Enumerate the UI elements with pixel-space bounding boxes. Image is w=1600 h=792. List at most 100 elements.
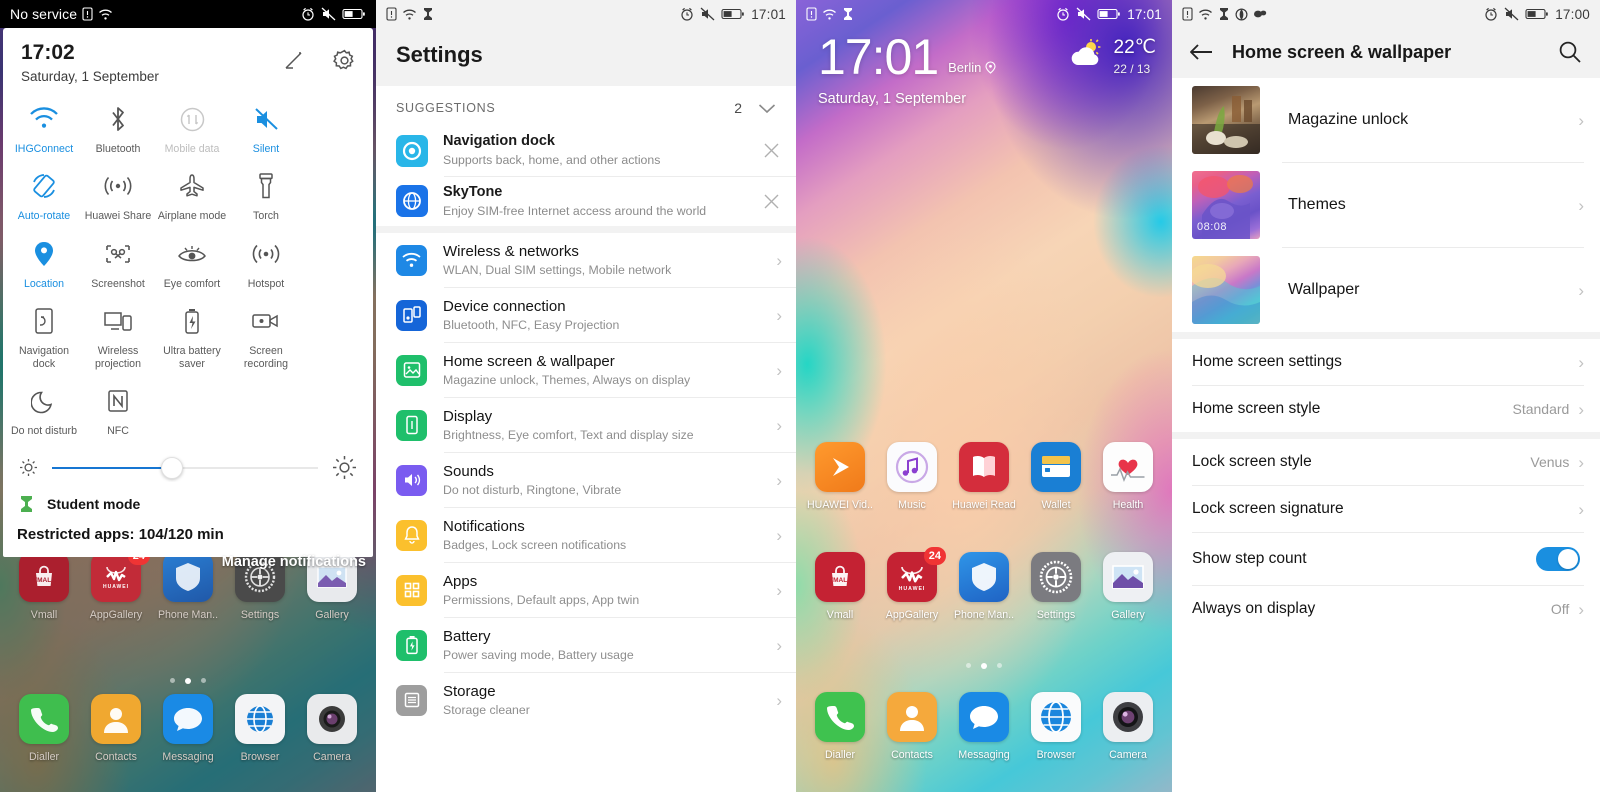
row-value: Off bbox=[1550, 601, 1570, 617]
app-icon-huawei-video[interactable]: HUAWEI Vid.. bbox=[807, 442, 873, 511]
settings-item-home-screen-wallpaper[interactable]: Home screen & wallpaper Magazine unlock, … bbox=[376, 343, 796, 397]
search-icon[interactable] bbox=[1558, 40, 1582, 64]
settings-item-battery[interactable]: Battery Power saving mode, Battery usage … bbox=[376, 618, 796, 672]
chevron-down-icon[interactable] bbox=[758, 103, 776, 114]
edit-icon[interactable] bbox=[283, 49, 306, 72]
dock-icon-contacts[interactable]: Contacts bbox=[84, 694, 148, 763]
chevron-right-icon: › bbox=[776, 470, 782, 490]
qs-tile-do-not-disturb[interactable]: Do not disturb bbox=[7, 376, 81, 443]
qs-label: Navigation dock bbox=[18, 344, 70, 370]
qs-tile-screenshot[interactable]: Screenshot bbox=[81, 229, 155, 296]
close-icon[interactable] bbox=[763, 142, 780, 159]
clock-time: 17:01 bbox=[818, 29, 939, 85]
battery-icon bbox=[342, 8, 365, 20]
app-icon-vmall[interactable]: VMALL Vmall bbox=[808, 552, 872, 621]
settings-item-device-connection[interactable]: Device connection Bluetooth, NFC, Easy Pr… bbox=[376, 288, 796, 342]
close-icon[interactable] bbox=[763, 193, 780, 210]
chevron-right-icon: › bbox=[776, 690, 782, 710]
qs-tile-ultra-battery-saver[interactable]: Ultra battery saver bbox=[155, 296, 229, 376]
camera-icon bbox=[307, 694, 357, 744]
settings-item-sounds[interactable]: Sounds Do not disturb, Ringtone, Vibrate … bbox=[376, 453, 796, 507]
settings-item-subtitle: Brightness, Eye comfort, Text and displa… bbox=[443, 428, 694, 443]
suggestion-navigation-dock[interactable]: Navigation dock Supports back, home, and… bbox=[376, 126, 796, 176]
dock-icon-contacts[interactable]: Contacts bbox=[880, 692, 944, 761]
wifi-icon bbox=[99, 9, 113, 20]
settings-item-notifications[interactable]: Notifications Badges, Lock screen notific… bbox=[376, 508, 796, 562]
gear-icon[interactable] bbox=[332, 48, 357, 73]
qs-tile-screen-recording[interactable]: Screen recording bbox=[229, 296, 303, 376]
app-icon-health[interactable]: Health bbox=[1096, 442, 1160, 511]
qs-tile-hotspot[interactable]: Hotspot bbox=[229, 229, 303, 296]
dock-icon-browser[interactable]: Browser bbox=[1024, 692, 1088, 761]
dock-icon-messaging[interactable]: Messaging bbox=[156, 694, 220, 763]
brightness-slider-row[interactable] bbox=[3, 443, 373, 484]
brightness-knob[interactable] bbox=[160, 456, 183, 479]
qs-tile-bluetooth[interactable]: Bluetooth bbox=[81, 94, 155, 161]
manage-notifications-button[interactable]: Manage notifications bbox=[222, 554, 366, 570]
row-always-on-display[interactable]: Always on display Off › bbox=[1172, 586, 1600, 632]
dock-icon-dialler[interactable]: Dialler bbox=[12, 694, 76, 763]
settings-item-storage[interactable]: Storage Storage cleaner › bbox=[376, 673, 796, 727]
row-home-screen-settings[interactable]: Home screen settings › bbox=[1172, 339, 1600, 385]
app-label: Gallery bbox=[315, 609, 349, 621]
notification-card[interactable]: Student mode Restricted apps: 104/120 mi… bbox=[3, 482, 373, 557]
row-magazine-unlock[interactable]: Magazine unlock › bbox=[1172, 78, 1600, 162]
app-icon-huawei-read[interactable]: Huawei Read bbox=[952, 442, 1016, 511]
app-icon-gallery[interactable]: Gallery bbox=[1096, 552, 1160, 621]
dock-icon-browser[interactable]: Browser bbox=[228, 694, 292, 763]
show-step-count-toggle[interactable] bbox=[1536, 547, 1580, 571]
settings-item-display[interactable]: Display Brightness, Eye comfort, Text and… bbox=[376, 398, 796, 452]
app-icon-music[interactable]: Music bbox=[880, 442, 944, 511]
clock-widget[interactable]: 17:01 Berlin Saturday, 1 September bbox=[818, 29, 996, 107]
row-lock-screen-style[interactable]: Lock screen style Venus › bbox=[1172, 439, 1600, 485]
svg-text:VMALL: VMALL bbox=[829, 577, 851, 584]
back-arrow-icon[interactable] bbox=[1188, 42, 1214, 62]
row-home-screen-style[interactable]: Home screen style Standard › bbox=[1172, 386, 1600, 432]
app-icon-appgallery[interactable]: 24 HUAWEI AppGallery bbox=[84, 547, 150, 621]
app-icon-phone-manager[interactable]: Phone Man.. bbox=[156, 552, 220, 621]
app-label: Music bbox=[898, 499, 926, 511]
suggestion-skytone[interactable]: SkyTone Enjoy SIM-free Internet access a… bbox=[376, 177, 796, 227]
qs-tile-location[interactable]: Location bbox=[7, 229, 81, 296]
qs-tile-torch[interactable]: Torch bbox=[229, 161, 303, 228]
qs-tile-nfc[interactable]: NFC bbox=[81, 376, 155, 443]
suggestions-header[interactable]: SUGGESTIONS 2 bbox=[376, 86, 796, 126]
app-icon-appgallery[interactable]: 24 HUAWEI AppGallery bbox=[880, 547, 946, 621]
magazine-thumb bbox=[1192, 86, 1260, 154]
app-icon-vmall[interactable]: VMALL Vmall bbox=[12, 552, 76, 621]
mute-icon bbox=[1504, 7, 1519, 21]
qs-tile-navigation-dock[interactable]: Navigation dock bbox=[7, 296, 81, 376]
qs-tile-eye-comfort[interactable]: Eye comfort bbox=[155, 229, 229, 296]
brightness-track[interactable] bbox=[52, 456, 318, 479]
student-mode-icon bbox=[424, 8, 432, 20]
qs-tile-wifi[interactable]: IHGConnect bbox=[7, 94, 81, 161]
mute-icon bbox=[700, 7, 715, 21]
dock-icon-camera[interactable]: Camera bbox=[300, 694, 364, 763]
row-label: Lock screen signature bbox=[1192, 500, 1344, 517]
app-icon-settings[interactable]: Settings bbox=[1024, 552, 1088, 621]
qs-tile-mobile-data[interactable]: Mobile data bbox=[155, 94, 229, 161]
chevron-right-icon: › bbox=[1578, 195, 1584, 215]
app-icon-phone-manager[interactable]: Phone Man.. bbox=[952, 552, 1016, 621]
row-wallpaper[interactable]: Wallpaper › bbox=[1172, 248, 1600, 332]
settings-item-subtitle: Storage cleaner bbox=[443, 703, 530, 718]
qs-label: Hotspot bbox=[247, 277, 285, 290]
sim-card-icon bbox=[1182, 7, 1193, 21]
qs-tile-wireless-projection[interactable]: Wireless projection bbox=[81, 296, 155, 376]
dock-icon-messaging[interactable]: Messaging bbox=[952, 692, 1016, 761]
app-label: Settings bbox=[1036, 609, 1076, 621]
settings-item-wireless-networks[interactable]: Wireless & networks WLAN, Dual SIM settin… bbox=[376, 233, 796, 287]
qs-tile-silent[interactable]: Silent bbox=[229, 94, 303, 161]
row-show-step-count[interactable]: Show step count bbox=[1172, 533, 1600, 585]
dock-icon-dialler[interactable]: Dialler bbox=[808, 692, 872, 761]
row-themes[interactable]: 08:08 Themes › bbox=[1172, 163, 1600, 247]
qs-tile-huawei-share[interactable]: Huawei Share bbox=[81, 161, 155, 228]
app-icon-wallet[interactable]: Wallet bbox=[1024, 442, 1088, 511]
weather-widget[interactable]: 22℃ 22 / 13 bbox=[1067, 38, 1156, 76]
settings-item-apps[interactable]: Apps Permissions, Default apps, App twin … bbox=[376, 563, 796, 617]
dock-icon-camera[interactable]: Camera bbox=[1096, 692, 1160, 761]
qs-tile-airplane-mode[interactable]: Airplane mode bbox=[155, 161, 229, 228]
row-lock-screen-signature[interactable]: Lock screen signature › bbox=[1172, 486, 1600, 532]
panel-home-screen-wallpaper: 17:00 Home screen & wallpaper Magazine u… bbox=[1172, 0, 1600, 792]
qs-tile-auto-rotate[interactable]: Auto-rotate bbox=[7, 161, 81, 228]
